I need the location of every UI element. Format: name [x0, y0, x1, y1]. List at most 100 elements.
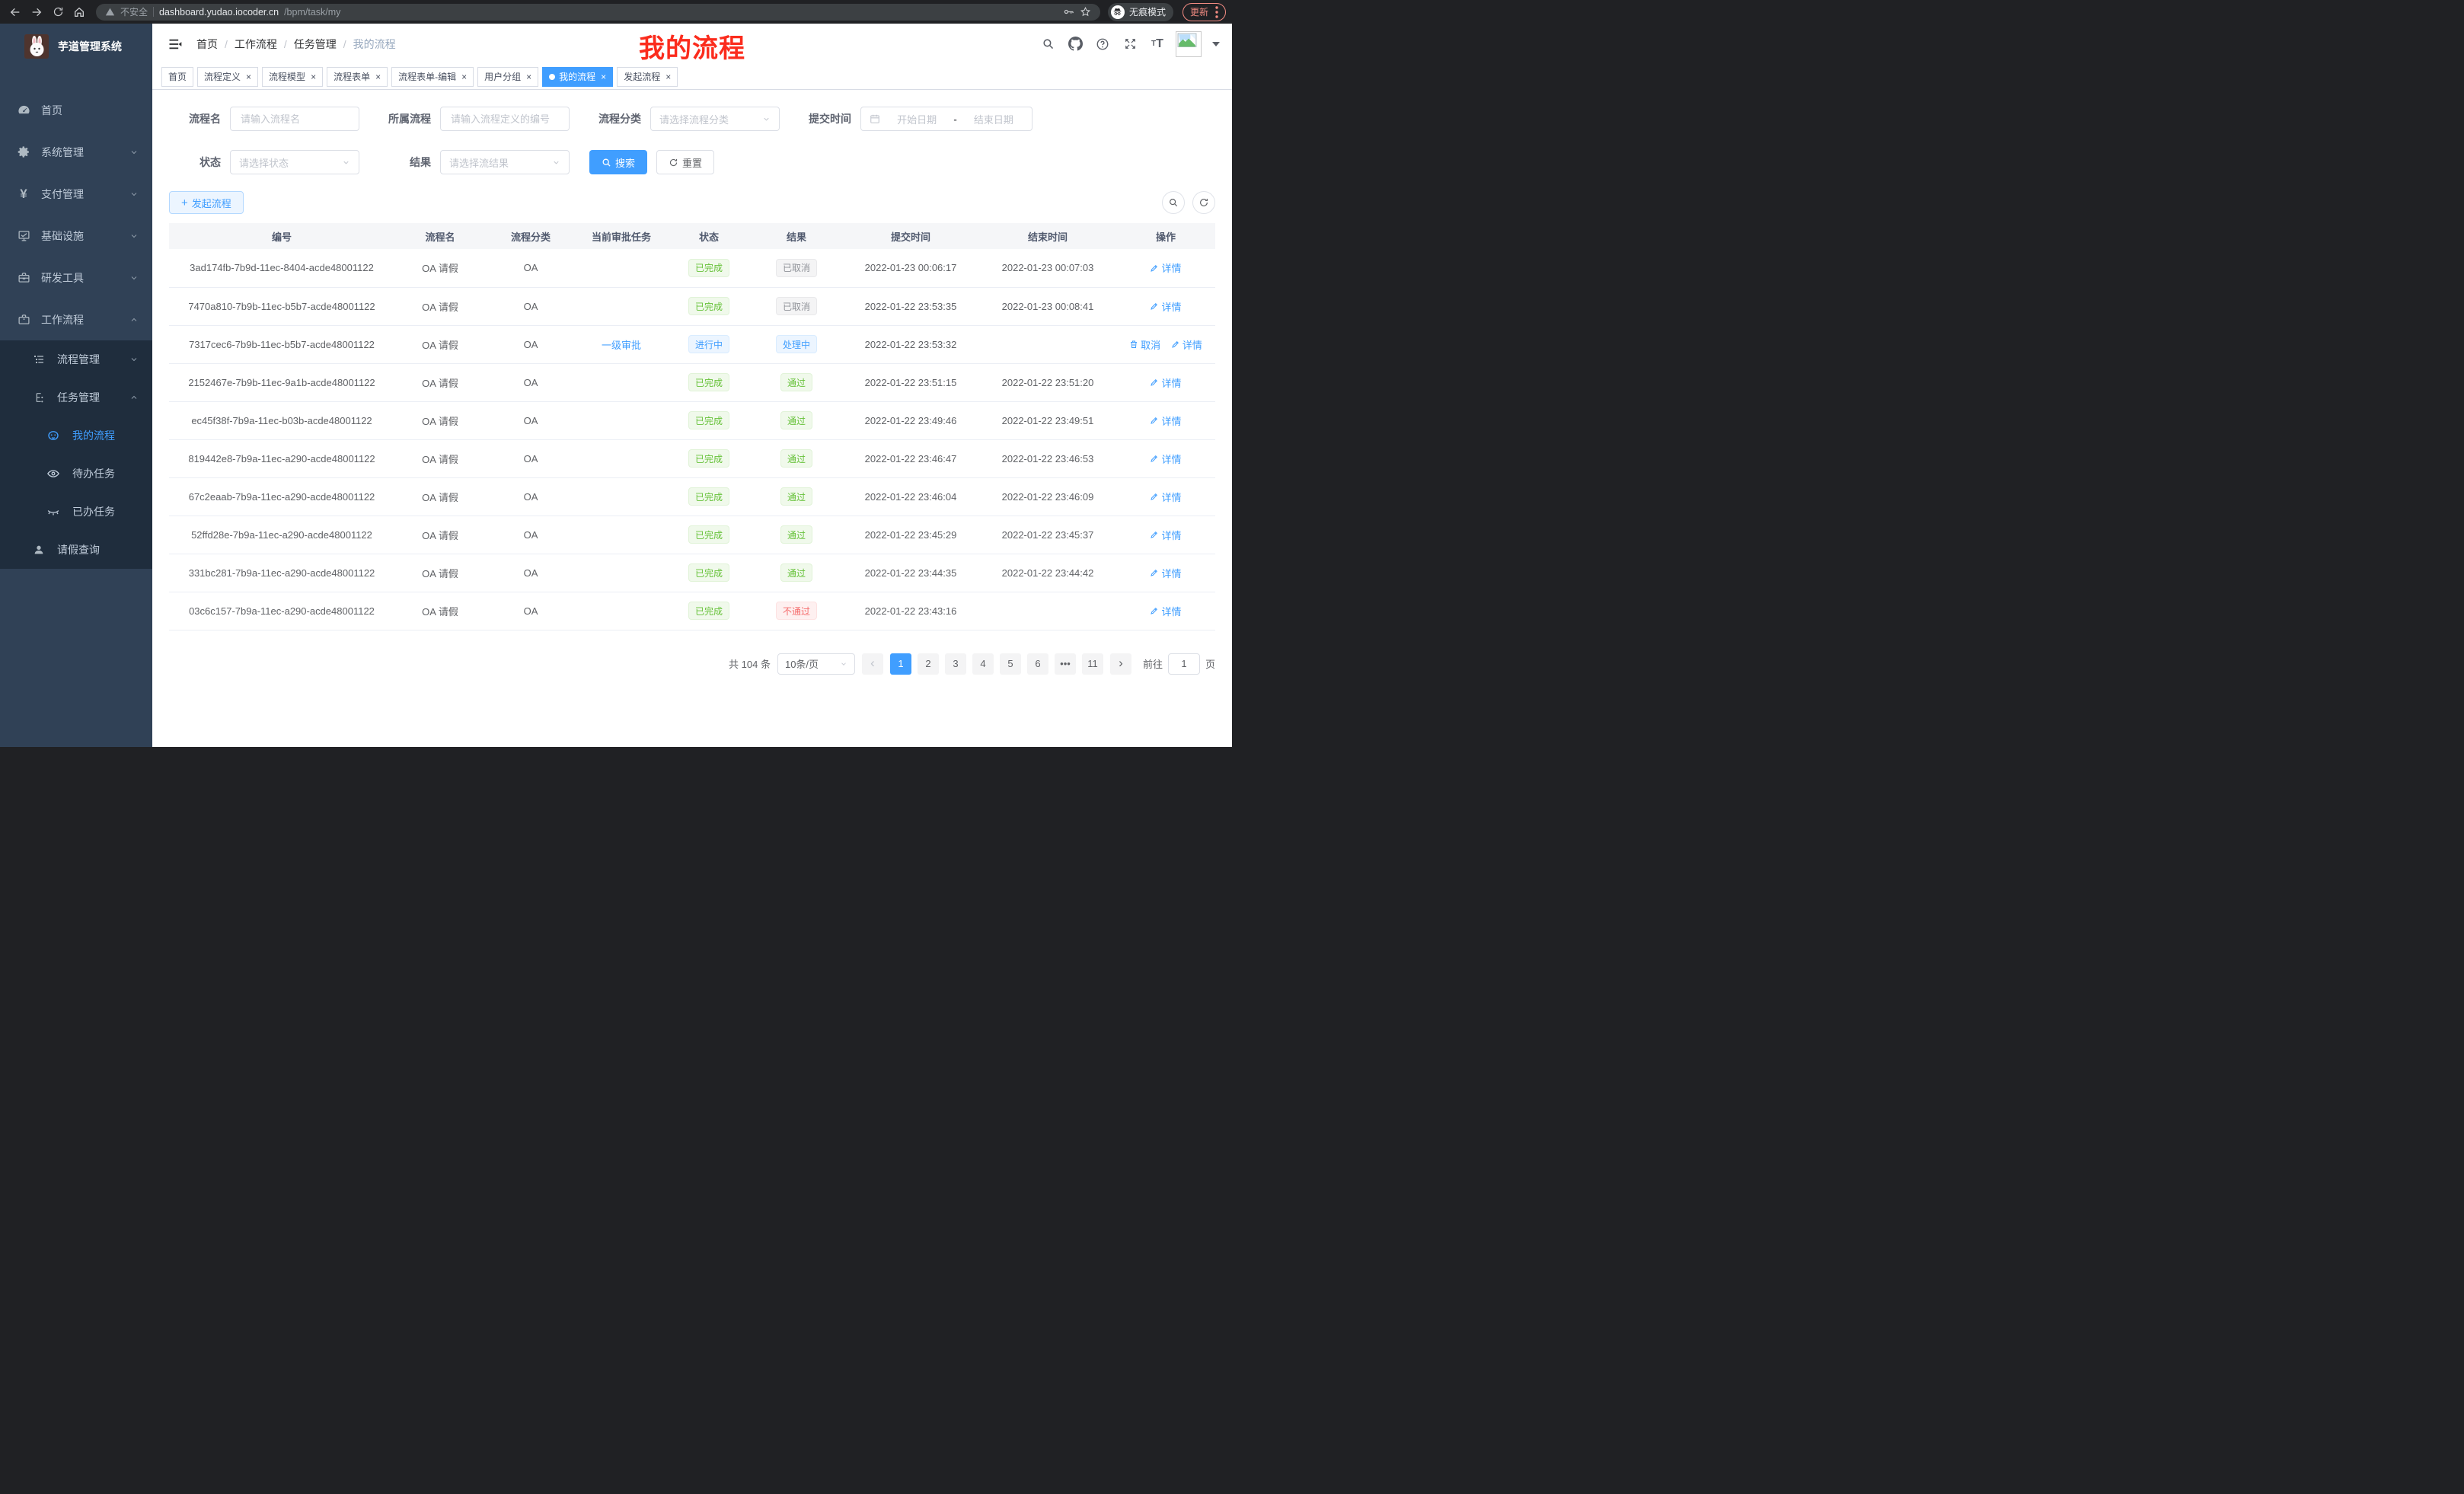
table-refresh-icon[interactable]: [1192, 191, 1215, 214]
submit-time-range-picker[interactable]: 开始日期 - 结束日期: [860, 107, 1033, 131]
table-row: 3ad174fb-7b9d-11ec-8404-acde48001122 OA …: [169, 249, 1215, 287]
address-bar[interactable]: 不安全 dashboard.yudao.iocoder.cn/bpm/task/…: [96, 4, 1100, 21]
page-number-button[interactable]: 1: [890, 653, 911, 675]
github-icon[interactable]: [1066, 35, 1084, 53]
breadcrumb-item[interactable]: 任务管理: [294, 37, 337, 52]
detail-link[interactable]: 详情: [1150, 566, 1181, 580]
cancel-link[interactable]: 取消: [1129, 337, 1160, 352]
font-size-icon[interactable]: TT: [1148, 35, 1167, 53]
page-number-button[interactable]: •••: [1055, 653, 1076, 675]
tab-close-icon[interactable]: ×: [461, 72, 467, 82]
create-process-button[interactable]: + 发起流程: [169, 191, 244, 214]
detail-link[interactable]: 详情: [1150, 604, 1181, 618]
cell-category: OA: [486, 477, 576, 516]
sidebar-item-devtools[interactable]: 研发工具: [0, 257, 152, 298]
view-tab[interactable]: 首页: [161, 67, 193, 87]
sidebar-item-task-management[interactable]: 任务管理: [0, 378, 152, 417]
page-number-button[interactable]: 3: [945, 653, 966, 675]
table-search-icon[interactable]: [1162, 191, 1185, 214]
detail-link[interactable]: 详情: [1150, 413, 1181, 428]
goto-page-input[interactable]: [1168, 653, 1200, 675]
breadcrumb-item[interactable]: 首页: [196, 37, 218, 52]
process-category-select[interactable]: 请选择流程分类: [650, 107, 780, 131]
page-number-button[interactable]: 5: [1000, 653, 1021, 675]
page-number-button[interactable]: 2: [918, 653, 939, 675]
avatar-dropdown-icon[interactable]: [1212, 42, 1220, 46]
browser-update-button[interactable]: 更新: [1183, 3, 1226, 21]
current-task-link[interactable]: 一级审批: [602, 340, 641, 351]
detail-link[interactable]: 详情: [1150, 490, 1181, 504]
browser-forward-icon[interactable]: [27, 3, 46, 21]
status-badge: 已完成: [688, 411, 729, 429]
process-definition-input[interactable]: [449, 113, 560, 126]
detail-link[interactable]: 详情: [1171, 337, 1202, 352]
help-icon[interactable]: [1093, 35, 1112, 53]
detail-link[interactable]: 详情: [1150, 299, 1181, 314]
status-select[interactable]: 请选择状态: [230, 150, 359, 174]
tab-close-icon[interactable]: ×: [526, 72, 531, 82]
key-icon[interactable]: [1063, 6, 1074, 18]
browser-menu-icon[interactable]: [1215, 6, 1218, 18]
breadcrumb-item[interactable]: 工作流程: [235, 37, 277, 52]
page-size-select[interactable]: 10条/页: [777, 653, 855, 675]
edit-pen-icon: [1150, 454, 1159, 463]
cell-end-time: 2022-01-22 23:44:42: [979, 554, 1116, 592]
view-tab[interactable]: 流程表单-编辑 ×: [391, 67, 474, 87]
tab-close-icon[interactable]: ×: [311, 72, 316, 82]
sidebar-item-leave-query[interactable]: 请假查询: [0, 531, 152, 569]
view-tab[interactable]: 流程模型 ×: [262, 67, 323, 87]
cell-process-name: OA 请假: [394, 401, 486, 439]
process-name-input-wrap: [230, 107, 359, 131]
detail-link[interactable]: 详情: [1150, 528, 1181, 542]
view-tab[interactable]: 用户分组 ×: [477, 67, 538, 87]
detail-link[interactable]: 详情: [1150, 452, 1181, 466]
sidebar-item-system[interactable]: 系统管理: [0, 131, 152, 173]
browser-home-icon[interactable]: [70, 3, 88, 21]
result-select[interactable]: 请选择流结果: [440, 150, 570, 174]
tab-close-icon[interactable]: ×: [665, 72, 671, 82]
cancel-label: 取消: [1141, 337, 1160, 352]
sidebar-item-home[interactable]: 首页: [0, 89, 152, 131]
detail-label: 详情: [1161, 566, 1181, 580]
page-number-button[interactable]: 11: [1082, 653, 1103, 675]
search-button-label: 搜索: [615, 155, 635, 170]
tab-close-icon[interactable]: ×: [246, 72, 251, 82]
detail-link[interactable]: 详情: [1150, 260, 1181, 275]
sidebar-item-process-management[interactable]: 流程管理: [0, 340, 152, 378]
sidebar-item-done-tasks[interactable]: 已办任务: [0, 493, 152, 531]
sidebar-item-my-process[interactable]: 我的流程: [0, 417, 152, 455]
chevron-down-icon: [762, 115, 771, 123]
cell-category: OA: [486, 439, 576, 477]
sidebar-item-payment[interactable]: ¥ 支付管理: [0, 173, 152, 215]
result-badge: 不通过: [776, 602, 817, 620]
sidebar-item-infrastructure[interactable]: 基础设施: [0, 215, 152, 257]
tab-close-icon[interactable]: ×: [601, 72, 606, 82]
detail-link[interactable]: 详情: [1150, 375, 1181, 390]
page-content: 流程名 所属流程 流程分类 请选择流程分类 提交时间: [152, 90, 1232, 747]
view-tab[interactable]: 流程定义 ×: [197, 67, 258, 87]
sidebar-fold-icon[interactable]: [164, 37, 186, 52]
page-number-button[interactable]: 4: [972, 653, 994, 675]
tab-close-icon[interactable]: ×: [375, 72, 381, 82]
bookmark-star-icon[interactable]: [1080, 6, 1091, 18]
sidebar-item-todo-tasks[interactable]: 待办任务: [0, 455, 152, 493]
app-logo[interactable]: 芋道管理系统: [0, 24, 152, 69]
view-tab[interactable]: 我的流程 ×: [542, 67, 613, 87]
security-label: 不安全: [120, 5, 148, 18]
process-name-input[interactable]: [239, 113, 350, 126]
view-tab[interactable]: 流程表单 ×: [327, 67, 388, 87]
next-page-button[interactable]: ›: [1110, 653, 1131, 675]
prev-page-button[interactable]: ‹: [862, 653, 883, 675]
fullscreen-icon[interactable]: [1121, 35, 1139, 53]
column-header: 结束时间: [979, 223, 1116, 249]
page-number-button[interactable]: 6: [1027, 653, 1048, 675]
browser-toolbar: 不安全 dashboard.yudao.iocoder.cn/bpm/task/…: [0, 0, 1232, 24]
browser-reload-icon[interactable]: [49, 3, 67, 21]
sidebar-item-workflow[interactable]: 工作流程: [0, 298, 152, 340]
search-button[interactable]: 搜索: [589, 150, 647, 174]
search-icon[interactable]: [1039, 35, 1057, 53]
avatar[interactable]: [1176, 31, 1202, 57]
browser-back-icon[interactable]: [6, 3, 24, 21]
reset-button[interactable]: 重置: [656, 150, 714, 174]
view-tab[interactable]: 发起流程 ×: [617, 67, 678, 87]
